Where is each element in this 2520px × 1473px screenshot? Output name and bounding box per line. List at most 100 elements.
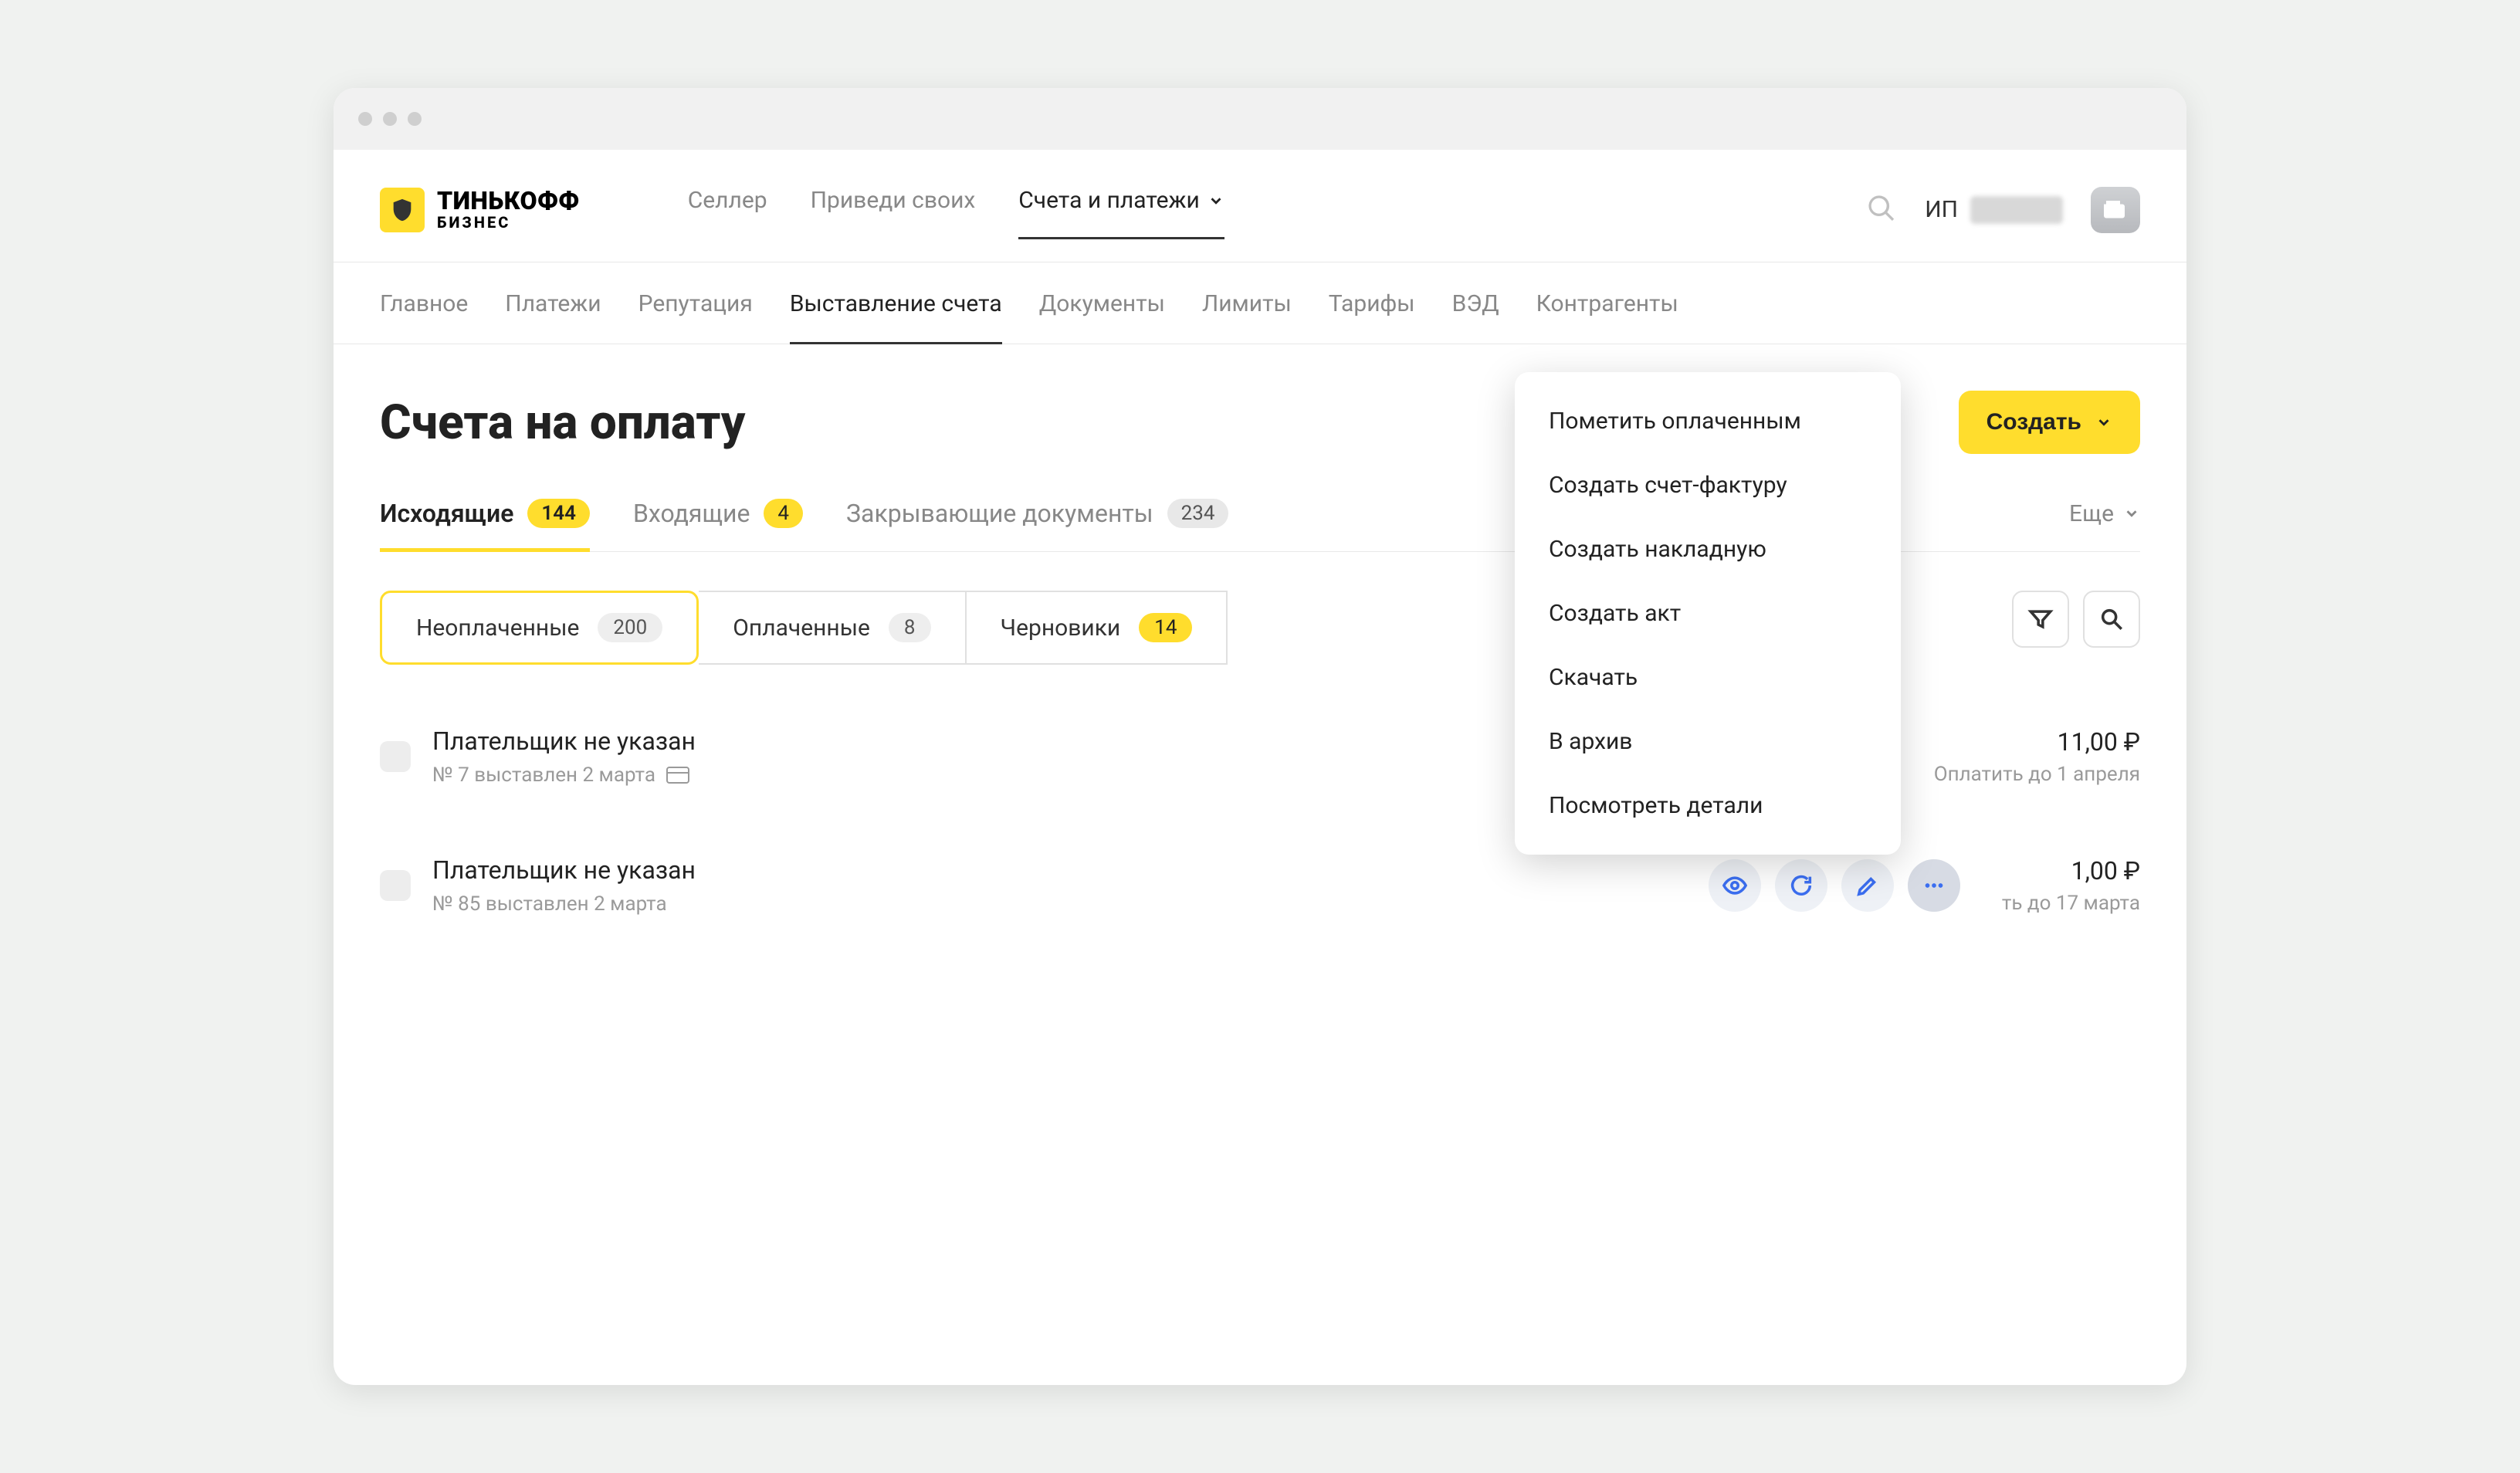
row-subtitle: № 85 выставлен 2 марта xyxy=(432,892,696,916)
tab-closing-docs[interactable]: Закрывающие документы 234 xyxy=(846,499,1228,551)
chip-paid[interactable]: Оплаченные 8 xyxy=(699,591,966,665)
row-checkbox[interactable] xyxy=(380,741,411,772)
chip-count: 200 xyxy=(598,613,662,642)
row-amount-block: 11,00 ₽ Оплатить до 1 апреля xyxy=(1934,727,2140,786)
search-button[interactable] xyxy=(2083,591,2140,648)
search-icon xyxy=(2098,606,2125,632)
header-primary: ТИНЬКОФФ БИЗНЕС Селлер Приведи своих Сче… xyxy=(334,150,2186,262)
chip-count: 8 xyxy=(889,613,931,642)
tab-more[interactable]: Еще xyxy=(2069,500,2140,550)
brand-logo[interactable]: ТИНЬКОФФ БИЗНЕС xyxy=(380,188,580,232)
row-subtitle: № 7 выставлен 2 марта xyxy=(432,764,696,787)
brand-shield-icon xyxy=(380,188,425,232)
menu-view-details[interactable]: Посмотреть детали xyxy=(1515,774,1901,838)
row-amount: 1,00 ₽ xyxy=(2002,856,2140,885)
topnav-label: Счета и платежи xyxy=(1018,187,1200,214)
menu-create-invoice-facture[interactable]: Создать счет-фактуру xyxy=(1515,453,1901,517)
app-root: ТИНЬКОФФ БИЗНЕС Селлер Приведи своих Сче… xyxy=(334,150,2186,1385)
menu-mark-paid[interactable]: Пометить оплаченным xyxy=(1515,389,1901,453)
chip-label: Неоплаченные xyxy=(416,615,579,642)
chip-count: 14 xyxy=(1139,613,1192,642)
create-button-label: Создать xyxy=(1987,409,2081,435)
chevron-down-icon xyxy=(2095,414,2112,431)
window-titlebar xyxy=(334,88,2186,150)
account-chip[interactable]: ИП xyxy=(1925,196,2063,224)
topnav-seller[interactable]: Селлер xyxy=(688,181,767,239)
row-text-block: Плательщик не указан № 7 выставлен 2 мар… xyxy=(432,726,696,787)
tab-count-badge: 4 xyxy=(764,499,803,528)
brand-name: ТИНЬКОФФ xyxy=(437,188,580,215)
tab-label: Исходящие xyxy=(380,499,513,528)
row-more-button[interactable] xyxy=(1908,859,1960,912)
row-actions xyxy=(1709,859,1960,912)
menu-create-act[interactable]: Создать акт xyxy=(1515,581,1901,645)
context-menu: Пометить оплаченным Создать счет-фактуру… xyxy=(1515,372,1901,855)
menu-archive[interactable]: В архив xyxy=(1515,709,1901,774)
sub-nav: Главное Платежи Репутация Выставление сч… xyxy=(334,262,2186,344)
row-title: Плательщик не указан xyxy=(432,855,696,885)
account-name-redacted xyxy=(1970,196,2063,224)
subnav-counterparties[interactable]: Контрагенты xyxy=(1536,290,1678,344)
subnav-payments[interactable]: Платежи xyxy=(505,290,601,344)
row-checkbox[interactable] xyxy=(380,870,411,901)
topnav-referral[interactable]: Приведи своих xyxy=(811,181,976,239)
row-amount-block: 1,00 ₽ ть до 17 марта xyxy=(2002,856,2140,915)
topnav-accounts-payments[interactable]: Счета и платежи xyxy=(1018,181,1224,239)
tab-incoming[interactable]: Входящие 4 xyxy=(633,499,803,551)
topnav-label: Селлер xyxy=(688,187,767,214)
filter-icon xyxy=(2027,606,2054,632)
page-title: Счета на оплату xyxy=(380,394,745,451)
row-refresh-button[interactable] xyxy=(1775,859,1827,912)
row-due: ть до 17 марта xyxy=(2002,892,2140,915)
tab-label: Закрывающие документы xyxy=(846,499,1153,528)
subnav-main[interactable]: Главное xyxy=(380,290,468,344)
list-tools xyxy=(2012,591,2140,665)
brand-text: ТИНЬКОФФ БИЗНЕС xyxy=(437,188,580,231)
chip-label: Черновики xyxy=(1001,615,1121,642)
more-horizontal-icon xyxy=(1921,872,1947,899)
tab-label: Входящие xyxy=(633,499,750,528)
menu-create-waybill[interactable]: Создать накладную xyxy=(1515,517,1901,581)
tab-count-badge: 144 xyxy=(527,499,590,528)
row-edit-button[interactable] xyxy=(1841,859,1894,912)
chip-label: Оплаченные xyxy=(733,615,870,642)
menu-download[interactable]: Скачать xyxy=(1515,645,1901,709)
row-view-button[interactable] xyxy=(1709,859,1761,912)
subnav-reputation[interactable]: Репутация xyxy=(638,290,753,344)
chevron-down-icon xyxy=(2123,505,2140,522)
pencil-icon xyxy=(1854,872,1881,899)
chip-unpaid[interactable]: Неоплаченные 200 xyxy=(380,591,699,665)
brand-subtitle: БИЗНЕС xyxy=(437,215,580,231)
filter-button[interactable] xyxy=(2012,591,2069,648)
account-prefix: ИП xyxy=(1925,196,1958,223)
header-right: ИП xyxy=(1866,187,2140,233)
refresh-icon xyxy=(1788,872,1814,899)
chip-drafts[interactable]: Черновики 14 xyxy=(967,591,1228,665)
topnav-label: Приведи своих xyxy=(811,187,976,214)
subnav-ved[interactable]: ВЭД xyxy=(1452,290,1499,344)
eye-icon xyxy=(1722,872,1748,899)
card-icon xyxy=(666,767,689,784)
top-nav: Селлер Приведи своих Счета и платежи xyxy=(688,181,1224,239)
chevron-down-icon xyxy=(1208,192,1224,209)
subnav-invoicing[interactable]: Выставление счета xyxy=(790,290,1002,344)
subnav-documents[interactable]: Документы xyxy=(1039,290,1165,344)
row-due: Оплатить до 1 апреля xyxy=(1934,763,2140,786)
subnav-limits[interactable]: Лимиты xyxy=(1202,290,1292,344)
row-title: Плательщик не указан xyxy=(432,726,696,756)
global-search-button[interactable] xyxy=(1866,193,1897,227)
window-maximize-dot[interactable] xyxy=(408,112,422,126)
subnav-tariffs[interactable]: Тарифы xyxy=(1329,290,1415,344)
row-amount: 11,00 ₽ xyxy=(1934,727,2140,757)
wallet-icon[interactable] xyxy=(2091,187,2140,233)
content-area: Счета на оплату Создать Исходящие 144 Вх… xyxy=(334,344,2186,947)
tab-outgoing[interactable]: Исходящие 144 xyxy=(380,499,590,551)
window-minimize-dot[interactable] xyxy=(383,112,397,126)
tab-more-label: Еще xyxy=(2069,500,2114,527)
tab-count-badge: 234 xyxy=(1167,499,1229,528)
create-button[interactable]: Создать xyxy=(1959,391,2140,454)
row-text-block: Плательщик не указан № 85 выставлен 2 ма… xyxy=(432,855,696,916)
browser-window: ТИНЬКОФФ БИЗНЕС Селлер Приведи своих Сче… xyxy=(334,88,2186,1385)
window-close-dot[interactable] xyxy=(358,112,372,126)
search-icon xyxy=(1866,193,1897,224)
